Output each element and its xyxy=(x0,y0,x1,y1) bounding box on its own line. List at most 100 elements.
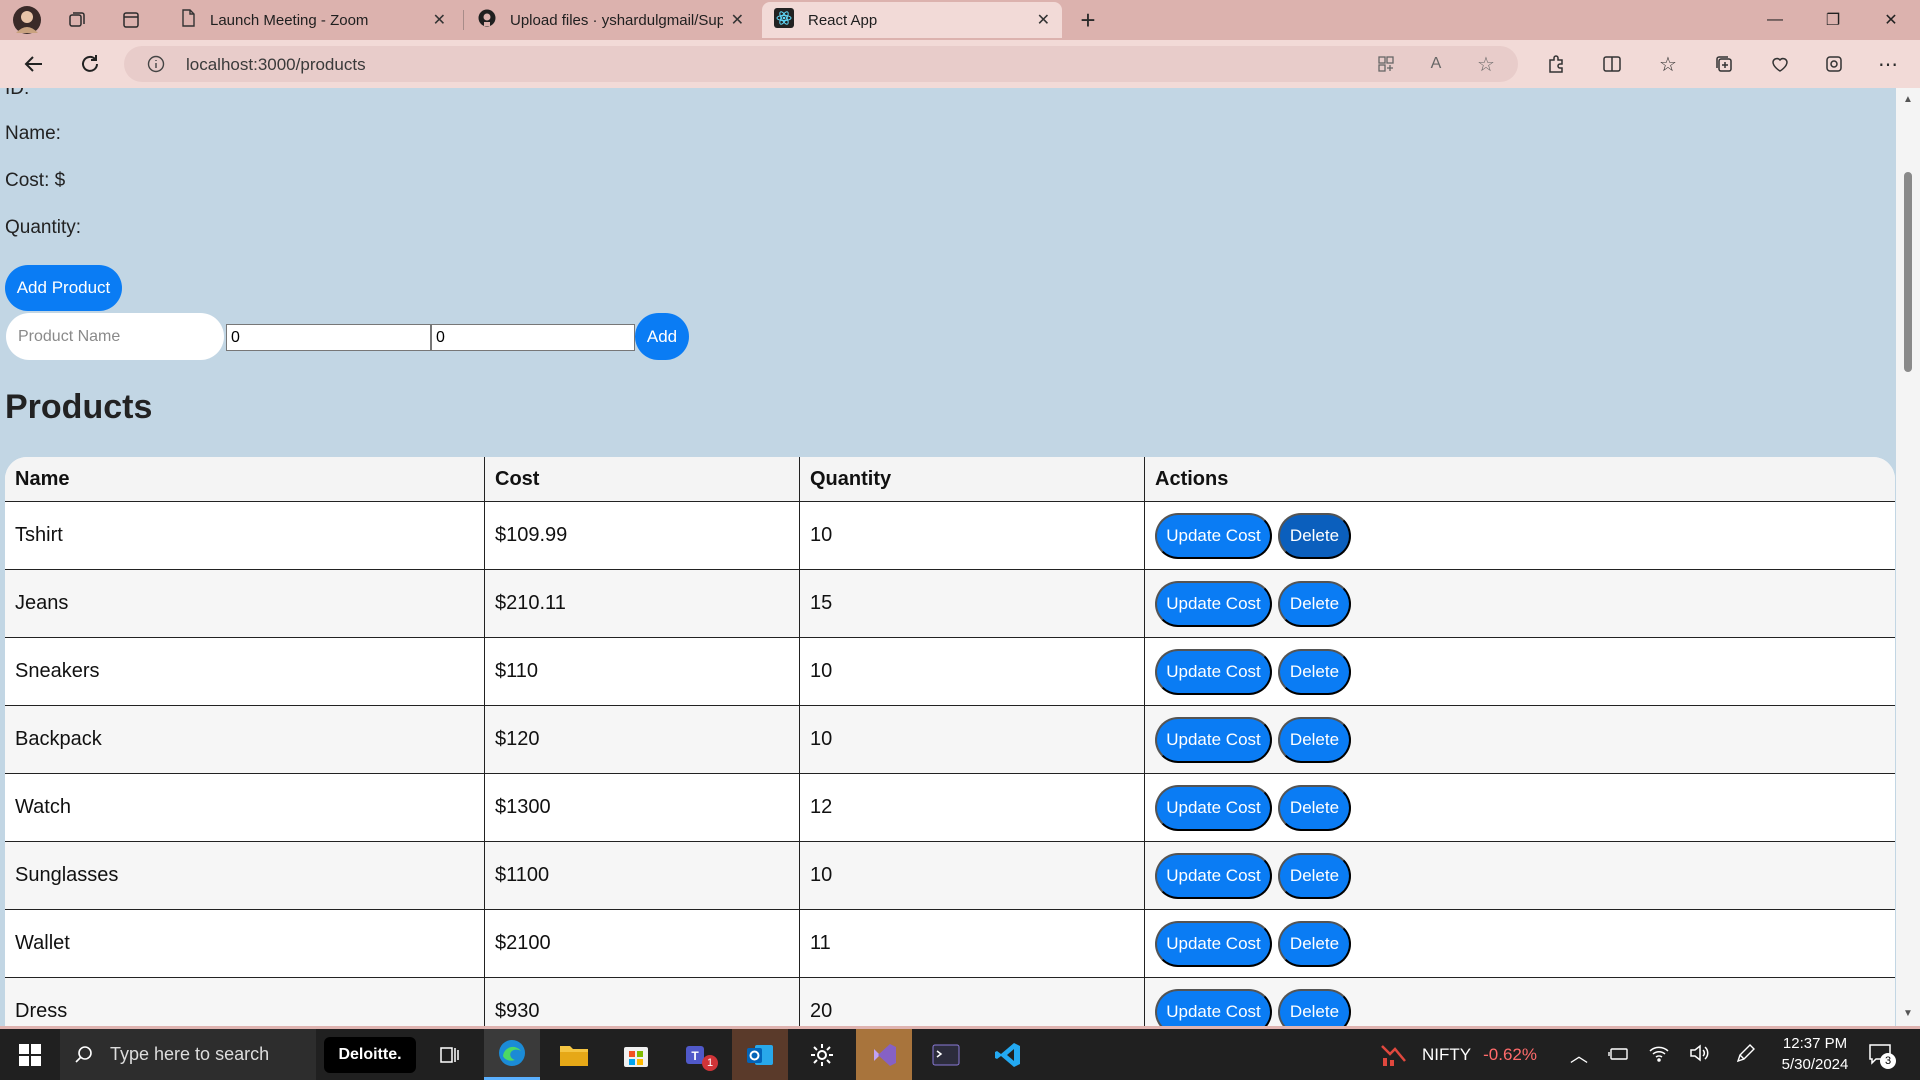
address-bar: localhost:3000/products A ☆ ☆ ⋯ xyxy=(0,40,1920,88)
delete-button[interactable]: Delete xyxy=(1278,716,1351,763)
restore-icon[interactable]: ❐ xyxy=(1804,0,1862,40)
delete-button[interactable]: Delete xyxy=(1278,852,1351,899)
teams-icon[interactable]: T 1 xyxy=(670,1029,726,1080)
settings-gear-icon[interactable] xyxy=(794,1029,850,1080)
browser-essentials-icon[interactable] xyxy=(1764,48,1796,80)
site-info-icon[interactable] xyxy=(146,54,166,74)
read-aloud-icon[interactable]: A xyxy=(1424,52,1448,76)
product-quantity: 10 xyxy=(800,706,1145,773)
product-cost: $109.99 xyxy=(485,502,800,569)
product-cost: $2100 xyxy=(485,910,800,977)
close-icon[interactable]: ✕ xyxy=(433,10,446,30)
delete-button[interactable]: Delete xyxy=(1278,648,1351,695)
show-hidden-icons-icon[interactable]: ︿ xyxy=(1570,1042,1588,1068)
delete-button[interactable]: Delete xyxy=(1278,988,1351,1026)
app-available-icon[interactable] xyxy=(1374,52,1398,76)
scrollbar-thumb[interactable] xyxy=(1904,172,1912,372)
table-header: Name Cost Quantity Actions xyxy=(5,457,1895,501)
update-cost-button[interactable]: Update Cost xyxy=(1155,988,1272,1026)
table-row: Dress $930 20 Update Cost Delete xyxy=(5,977,1895,1026)
product-cost: $1300 xyxy=(485,774,800,841)
profile-avatar[interactable] xyxy=(10,4,44,36)
edge-icon[interactable] xyxy=(484,1029,540,1080)
new-tab-icon[interactable]: + xyxy=(1072,4,1104,36)
update-cost-button[interactable]: Update Cost xyxy=(1155,920,1272,967)
product-name: Wallet xyxy=(5,910,485,977)
pen-icon[interactable] xyxy=(1734,1043,1756,1070)
product-name-input[interactable] xyxy=(6,313,224,360)
outlook-icon[interactable] xyxy=(732,1029,788,1080)
windows-start-icon[interactable] xyxy=(2,1029,58,1080)
battery-icon[interactable] xyxy=(1608,1045,1630,1068)
column-header: Actions xyxy=(1155,467,1229,490)
deloitte-button[interactable]: Deloitte. xyxy=(324,1037,416,1073)
close-icon[interactable]: ✕ xyxy=(1037,10,1050,30)
stock-widget[interactable]: NIFTY -0.62% xyxy=(1380,1029,1560,1080)
extensions-icon[interactable] xyxy=(1540,48,1572,80)
scroll-up-icon[interactable]: ▲ xyxy=(1900,92,1916,106)
column-header: Name xyxy=(5,457,485,501)
more-options-icon[interactable]: ⋯ xyxy=(1872,48,1904,80)
add-product-button[interactable]: Add Product xyxy=(5,265,122,311)
product-cost: $120 xyxy=(485,706,800,773)
visual-studio-icon[interactable] xyxy=(856,1029,912,1080)
minimize-icon[interactable]: — xyxy=(1746,0,1804,40)
quantity-label: Quantity: xyxy=(5,217,82,238)
delete-button[interactable]: Delete xyxy=(1278,580,1351,627)
collections-icon[interactable] xyxy=(1708,48,1740,80)
workspaces-icon[interactable] xyxy=(62,6,92,34)
svg-text:T: T xyxy=(691,1049,699,1063)
split-screen-icon[interactable] xyxy=(1596,48,1628,80)
update-cost-button[interactable]: Update Cost xyxy=(1155,716,1272,763)
update-cost-button[interactable]: Update Cost xyxy=(1155,648,1272,695)
volume-icon[interactable] xyxy=(1688,1043,1710,1068)
copilot-icon[interactable] xyxy=(1818,48,1850,80)
wifi-icon[interactable] xyxy=(1648,1043,1670,1068)
product-quantity: 20 xyxy=(800,978,1145,1026)
add-button[interactable]: Add xyxy=(635,313,689,360)
cost-label: Cost: $ xyxy=(5,170,66,191)
tab-github[interactable]: Upload files · yshardulgmail/Sup ✕ xyxy=(466,2,756,38)
table-row: Sneakers $110 10 Update Cost Delete xyxy=(5,637,1895,705)
vscode-icon[interactable] xyxy=(980,1029,1036,1080)
microsoft-store-icon[interactable] xyxy=(608,1029,664,1080)
scroll-down-icon[interactable]: ▼ xyxy=(1900,1006,1916,1020)
close-icon[interactable]: ✕ xyxy=(731,10,744,30)
table-row: Jeans $210.11 15 Update Cost Delete xyxy=(5,569,1895,637)
task-view-icon[interactable] xyxy=(422,1029,478,1080)
refresh-icon[interactable] xyxy=(72,48,108,80)
id-label: ID: xyxy=(5,88,30,99)
update-cost-button[interactable]: Update Cost xyxy=(1155,852,1272,899)
update-cost-button[interactable]: Update Cost xyxy=(1155,784,1272,831)
favorites-icon[interactable]: ☆ xyxy=(1652,48,1684,80)
tab-react-app[interactable]: React App ✕ xyxy=(762,2,1062,38)
update-cost-button[interactable]: Update Cost xyxy=(1155,580,1272,627)
update-cost-button[interactable]: Update Cost xyxy=(1155,512,1272,559)
tab-label: React App xyxy=(808,11,878,29)
page-scrollbar[interactable]: ▲ ▼ xyxy=(1896,88,1920,1026)
url-field[interactable]: localhost:3000/products A ☆ xyxy=(124,46,1518,82)
taskbar-search-box[interactable]: Type here to search xyxy=(60,1029,316,1080)
clock-time: 12:37 PM xyxy=(1782,1035,1848,1052)
terminal-icon[interactable] xyxy=(918,1029,974,1080)
clock[interactable]: 12:37 PM 5/30/2024 xyxy=(1770,1033,1860,1075)
file-explorer-icon[interactable] xyxy=(546,1029,602,1080)
favorite-star-icon[interactable]: ☆ xyxy=(1474,52,1498,76)
stock-change: -0.62% xyxy=(1483,1044,1537,1064)
clock-date: 5/30/2024 xyxy=(1781,1056,1849,1073)
quantity-input[interactable] xyxy=(431,324,635,351)
notifications-icon[interactable]: 3 xyxy=(1868,1043,1896,1070)
tab-zoom[interactable]: Launch Meeting - Zoom ✕ xyxy=(168,2,458,38)
product-quantity: 11 xyxy=(800,910,1145,977)
delete-button[interactable]: Delete xyxy=(1278,920,1351,967)
tab-label: Upload files · yshardulgmail/Sup xyxy=(510,11,723,29)
back-icon[interactable] xyxy=(16,48,52,80)
vertical-tabs-icon[interactable] xyxy=(116,6,146,34)
page-content: ID: Name: Cost: $ Quantity: Add Product … xyxy=(0,88,1896,1026)
delete-button[interactable]: Delete xyxy=(1278,512,1351,559)
column-header: Quantity xyxy=(800,457,1145,501)
window-close-icon[interactable]: ✕ xyxy=(1862,0,1920,40)
product-name: Dress xyxy=(5,978,485,1026)
delete-button[interactable]: Delete xyxy=(1278,784,1351,831)
cost-input[interactable] xyxy=(226,324,431,351)
